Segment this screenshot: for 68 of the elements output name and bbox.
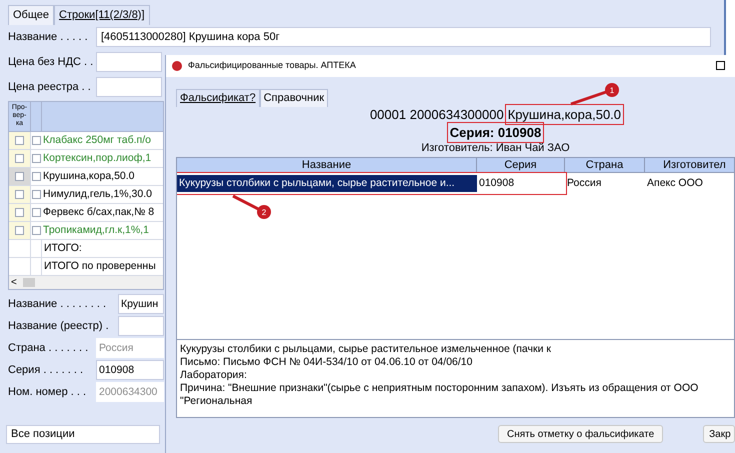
product-name-cell[interactable]: Кортексин,пор.лиоф,1 [42,150,152,167]
window-title: Фальсифицированные товары. АПТЕКА [188,59,356,72]
column-header[interactable]: Название [302,158,352,172]
product-name-cell[interactable]: Тропикамид,гл.к,1%,1 [42,222,149,239]
item-code: 00001 2000634300000 [370,107,504,122]
app-icon [172,61,182,71]
filter-dropdown[interactable]: Все позиции [6,425,160,444]
input-field[interactable] [118,316,164,336]
product-name-cell[interactable]: Фервекс б/сах,пак,№ 8 [42,204,154,221]
product-name-cell[interactable]: Нимулид,гель,1%,30.0 [42,186,152,203]
tab[interactable]: Справочник [260,89,328,107]
dialog-button[interactable]: Снять отметку о фальсификате [498,425,664,443]
input-field[interactable]: 010908 [96,360,164,380]
checkbox[interactable] [32,172,41,181]
input-field[interactable]: Крушин [118,294,164,314]
total-label: ИТОГО: [43,241,82,256]
row-marker[interactable] [9,186,31,203]
input-field[interactable] [96,77,162,97]
product-name-cell[interactable]: Клабакс 250мг таб.п/о [42,132,151,149]
checkbox[interactable] [32,190,41,199]
detail-text: Кукурузы столбики с рыльцами, сырье растительное измельченное (пачки к [180,343,552,356]
checkbox[interactable] [32,208,41,217]
column-header[interactable]: Серия [504,158,537,172]
table-cell[interactable]: Россия [565,175,645,192]
tab[interactable]: Фальсификат? [176,89,260,107]
detail-text: "Региональная [180,395,254,408]
column-header[interactable]: Изготовител [663,158,726,172]
field-label: Серия . . . . . . . [8,362,84,378]
field-label: Страна . . . . . . . [8,340,90,356]
dialog-button[interactable]: Закр [703,425,735,443]
detail-text: Лаборатория: [180,369,248,382]
maximize-button[interactable] [716,61,725,70]
checkbox[interactable] [15,172,24,181]
table-cell[interactable]: Апекс ООО [645,175,734,192]
checkbox[interactable] [15,226,24,235]
series-label: Серия: 010908 [450,125,542,140]
row-marker[interactable] [9,132,31,149]
checkbox[interactable] [32,154,41,163]
detail-text: Письмо: Письмо ФСН № 04И-534/10 от 04.06.10 от 04/06/10 [180,356,474,369]
input-field[interactable] [96,52,162,72]
scroll-left-button[interactable]: < [9,276,19,288]
tab[interactable]: Общее [8,5,54,25]
manufacturer-label: Изготовитель: Иван Чай ЗАО [421,142,570,155]
field-label: Название . . . . . . . . [8,296,108,312]
total-label: ИТОГО по проверенны [43,259,156,274]
row-marker[interactable] [9,222,31,239]
checkbox[interactable] [32,226,41,235]
table-cell[interactable]: Кукурузы столбики с рыльцами, сырье растительное и... [177,175,477,192]
product-name-cell[interactable]: Крушина,кора,50.0 [42,168,135,185]
checkbox[interactable] [15,136,24,145]
field-label: Название (реестр) . [8,318,110,334]
field-label: Цена реестра . . [8,80,92,95]
field-label: Ном. номер . . . [8,384,88,400]
field-label: Цена без НДС . . [8,54,94,70]
row-marker[interactable] [9,168,31,185]
row-marker[interactable] [9,204,31,221]
field-label: Название . . . . . [8,30,89,45]
checkbox[interactable] [15,208,24,217]
checkbox[interactable] [15,190,24,199]
input-field[interactable]: [4605113000280] Крушина кора 50г [96,27,711,47]
detail-text: Причина: "Внешние признаки"(сырье с неприятным посторонним запахом). Изъять из обращения от ООО [180,382,700,395]
column-header[interactable]: Страна [586,158,624,172]
checkbox[interactable] [32,136,41,145]
row-marker[interactable] [9,150,31,167]
tab[interactable]: Строки[11(2/3/8)] [54,5,150,25]
scrollbar-thumb[interactable] [22,278,35,287]
checkbox[interactable] [15,154,24,163]
table-cell[interactable]: 010908 [477,175,565,192]
